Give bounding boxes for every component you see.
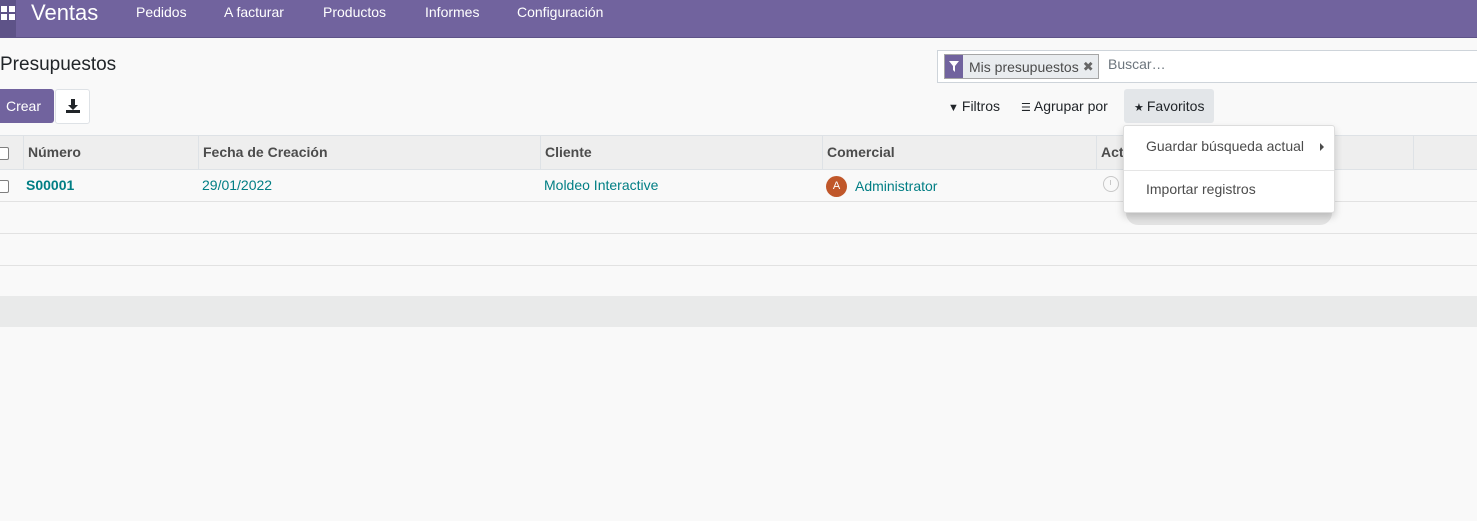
groupby-button[interactable]: ☰ Agrupar por [1021, 89, 1108, 123]
row-number[interactable]: S00001 [26, 177, 74, 193]
column-extra [1413, 136, 1477, 170]
facet-label: Mis presupuestos [969, 58, 1079, 75]
clock-icon[interactable] [1103, 176, 1119, 192]
menu-informes[interactable]: Informes [425, 4, 479, 20]
filters-label: Filtros [961, 98, 1001, 114]
row-customer[interactable]: Moldeo Interactive [544, 177, 658, 193]
control-panel: Presupuestos Crear Mis presupuestos ✖ ▼F… [0, 39, 1477, 135]
column-cliente[interactable]: Cliente [540, 136, 823, 170]
list-footer [0, 296, 1477, 327]
caret-right-icon [1320, 143, 1324, 151]
column-fecha[interactable]: Fecha de Creación [198, 136, 541, 170]
download-icon [66, 99, 80, 113]
favorites-button[interactable]: ★ Favoritos [1124, 89, 1215, 123]
filter-icon [945, 55, 963, 78]
dropdown-shadow [1126, 212, 1332, 225]
column-comercial[interactable]: Comercial [822, 136, 1097, 170]
empty-row [0, 234, 1477, 266]
search-box[interactable]: Mis presupuestos ✖ [937, 50, 1477, 83]
page-title: Presupuestos [0, 54, 117, 75]
column-numero[interactable]: Número [23, 136, 199, 170]
apps-menu-icon[interactable] [0, 0, 16, 38]
top-navbar: Ventas Pedidos A facturar Productos Info… [0, 0, 1477, 38]
select-all-checkbox[interactable] [0, 147, 9, 160]
row-checkbox[interactable] [0, 180, 9, 193]
menu-a-facturar[interactable]: A facturar [224, 4, 284, 20]
download-button[interactable] [55, 89, 90, 124]
star-icon: ★ [1134, 102, 1144, 114]
row-date: 29/01/2022 [202, 177, 273, 193]
row-salesperson[interactable]: Administrator [855, 178, 937, 194]
search-input[interactable] [1108, 56, 1468, 72]
app-title[interactable]: Ventas [31, 1, 98, 25]
menu-configuracion[interactable]: Configuración [517, 4, 603, 20]
favorites-dropdown: Guardar búsqueda actual Importar registr… [1123, 125, 1335, 213]
import-records-item[interactable]: Importar registros [1146, 181, 1256, 197]
create-button[interactable]: Crear [0, 89, 54, 123]
filter-icon: ▼ [948, 102, 959, 114]
facet-remove-icon[interactable]: ✖ [1083, 59, 1098, 75]
menu-productos[interactable]: Productos [323, 4, 386, 20]
avatar: A [826, 176, 847, 197]
bars-icon: ☰ [1021, 102, 1031, 114]
save-current-search-item[interactable]: Guardar búsqueda actual [1146, 138, 1304, 154]
dropdown-divider [1124, 170, 1334, 171]
favorites-label: Favoritos [1146, 98, 1205, 114]
search-facet: Mis presupuestos ✖ [944, 54, 1099, 79]
menu-pedidos[interactable]: Pedidos [136, 4, 187, 20]
groupby-label: Agrupar por [1033, 98, 1108, 114]
filters-button[interactable]: ▼ Filtros [948, 89, 1000, 123]
